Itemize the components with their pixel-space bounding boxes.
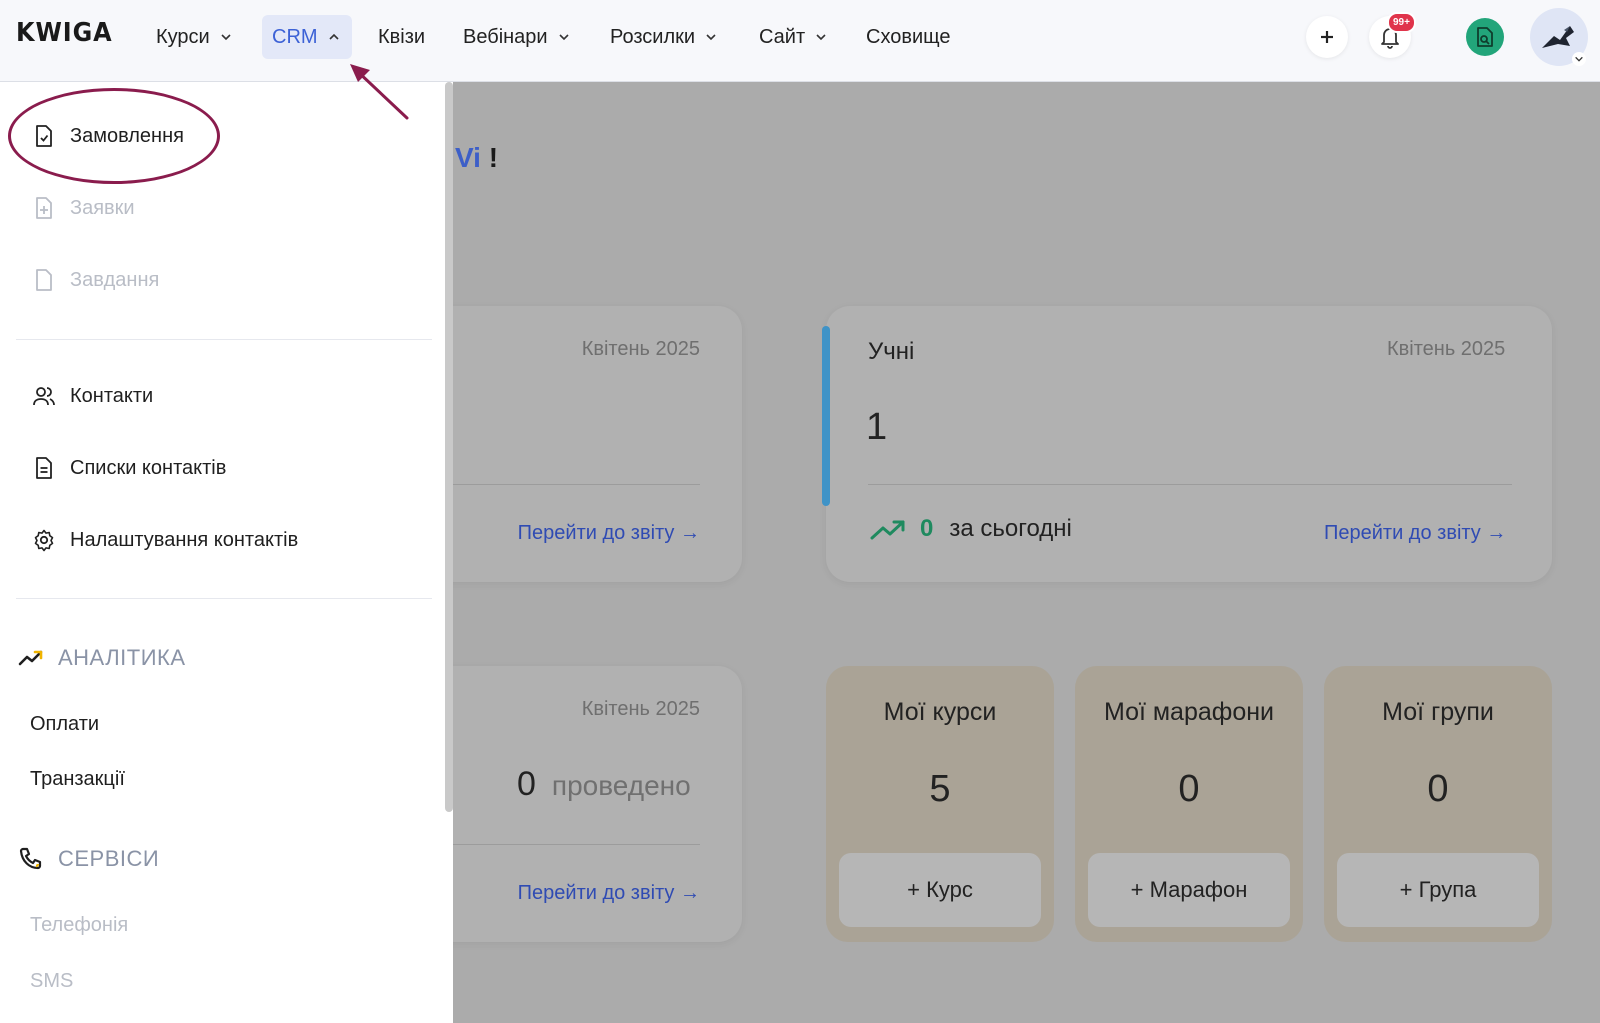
bird-logo-icon bbox=[1542, 26, 1574, 48]
tile-title: Мої марафони bbox=[1103, 698, 1275, 726]
report-link[interactable]: Перейти до звіту → bbox=[518, 522, 700, 545]
card-date: Квітень 2025 bbox=[581, 698, 700, 720]
students-report-link[interactable]: Перейти до звіту → bbox=[1324, 522, 1506, 545]
sidebar-divider bbox=[16, 598, 432, 599]
analytics-section-header: АНАЛІТИКА bbox=[18, 644, 186, 672]
annotation-arrow-icon bbox=[350, 64, 409, 120]
tile-title: Мої групи bbox=[1382, 698, 1494, 726]
add-button[interactable] bbox=[1306, 16, 1348, 58]
nav-label: Вебінари bbox=[463, 25, 548, 48]
greeting: Vi ! bbox=[455, 142, 498, 174]
tile-value: 0 bbox=[1427, 768, 1449, 810]
tile-value: 5 bbox=[929, 768, 951, 810]
tile-my-courses: Мої курси 5 + Курс bbox=[826, 666, 1054, 942]
today-count: 0 bbox=[920, 515, 934, 542]
nav-storage[interactable]: Сховище bbox=[856, 15, 961, 59]
sidebar-item-contact-settings[interactable]: Налаштування контактів bbox=[32, 528, 298, 552]
nav-label: Сайт bbox=[759, 25, 806, 48]
notifications-button[interactable]: 99+ bbox=[1369, 12, 1416, 58]
events-held: 0 проведено bbox=[517, 765, 691, 804]
nav-label: CRM bbox=[272, 25, 318, 48]
request-document-icon bbox=[32, 196, 56, 220]
tile-value: 0 bbox=[1178, 768, 1200, 810]
section-title: АНАЛІТИКА bbox=[58, 645, 186, 670]
trend-up-icon bbox=[18, 644, 46, 672]
order-document-icon bbox=[32, 124, 56, 148]
sidebar-item-orders[interactable]: Замовлення bbox=[32, 124, 184, 148]
sidebar-item-requests[interactable]: Заявки bbox=[32, 196, 135, 220]
gear-icon bbox=[32, 528, 56, 552]
report-link[interactable]: Перейти до звіту → bbox=[518, 882, 700, 905]
students-date: Квітень 2025 bbox=[1387, 338, 1506, 360]
held-label: проведено bbox=[551, 770, 691, 801]
chevron-up-icon bbox=[328, 33, 339, 40]
sidebar-item-telephony[interactable]: Телефонія bbox=[30, 914, 128, 937]
sidebar-item-tasks[interactable]: Завдання bbox=[32, 268, 159, 292]
nav-site[interactable]: Сайт bbox=[749, 15, 837, 59]
top-navigation-bar: KWIGA Курси CRM Квізи Вебінари Розсилки … bbox=[0, 0, 1600, 82]
sidebar-item-label: Заявки bbox=[70, 196, 135, 219]
add-course-button[interactable]: + Курс bbox=[839, 853, 1041, 927]
trend-up-icon bbox=[870, 520, 905, 540]
greeting-end: ! bbox=[488, 142, 499, 173]
nav-crm[interactable]: CRM bbox=[262, 15, 352, 59]
nav-label: Розсилки bbox=[610, 25, 696, 48]
sidebar-scrollbar[interactable] bbox=[445, 82, 453, 812]
sidebar-item-label: Завдання bbox=[70, 268, 160, 291]
nav-courses[interactable]: Курси bbox=[146, 15, 242, 59]
held-value: 0 bbox=[517, 765, 536, 803]
logo[interactable]: KWIGA bbox=[16, 18, 113, 48]
students-today: 0 за сьогодні bbox=[870, 515, 1072, 543]
chevron-down-icon bbox=[706, 34, 716, 41]
add-marathon-button[interactable]: + Марафон bbox=[1088, 853, 1290, 927]
sidebar-divider bbox=[16, 339, 432, 340]
add-group-button[interactable]: + Група bbox=[1337, 853, 1539, 927]
nav-webinars[interactable]: Вебінари bbox=[453, 15, 580, 59]
avatar-chevron[interactable] bbox=[1572, 52, 1586, 66]
students-title: Учні bbox=[868, 338, 915, 365]
nav-label: Сховище bbox=[866, 25, 951, 48]
list-document-icon bbox=[32, 456, 56, 480]
sidebar-item-contact-lists[interactable]: Списки контактів bbox=[32, 456, 226, 480]
chevron-down-icon bbox=[221, 34, 231, 41]
card-accent-bar bbox=[822, 326, 830, 506]
nav-quizzes[interactable]: Квізи bbox=[368, 15, 435, 59]
sidebar-item-label: Контакти bbox=[70, 384, 154, 407]
section-title: СЕРВІСИ bbox=[58, 846, 160, 871]
phone-icon bbox=[18, 845, 46, 873]
tile-my-groups: Мої групи 0 + Група bbox=[1324, 666, 1552, 942]
nav-mailings[interactable]: Розсилки bbox=[600, 15, 727, 59]
users-icon bbox=[32, 384, 56, 408]
tile-my-marathons: Мої марафони 0 + Марафон bbox=[1075, 666, 1303, 942]
greeting-name: Vi bbox=[455, 142, 481, 173]
nav-label: Квізи bbox=[378, 25, 426, 48]
sidebar-item-sms[interactable]: SMS bbox=[30, 970, 73, 993]
sidebar-item-contacts[interactable]: Контакти bbox=[32, 384, 153, 408]
tile-title: Мої курси bbox=[883, 698, 997, 726]
card-divider bbox=[868, 484, 1512, 485]
today-label: за сьогодні bbox=[949, 515, 1072, 542]
sidebar-item-label: Налаштування контактів bbox=[70, 528, 299, 551]
chevron-down-icon bbox=[559, 34, 569, 41]
sidebar-item-label: Замовлення bbox=[70, 124, 184, 147]
sidebar-item-transactions[interactable]: Транзакції bbox=[30, 768, 125, 791]
crm-dropdown-menu bbox=[0, 82, 453, 1023]
chevron-down-icon bbox=[816, 34, 826, 41]
task-document-icon bbox=[32, 268, 56, 292]
sidebar-item-payments[interactable]: Оплати bbox=[30, 713, 99, 736]
notifications-badge: 99+ bbox=[1387, 12, 1416, 33]
services-section-header: СЕРВІСИ bbox=[18, 845, 159, 873]
document-search-icon bbox=[1477, 27, 1493, 47]
nav-label: Курси bbox=[156, 25, 210, 48]
sidebar-item-label: Списки контактів bbox=[70, 456, 227, 479]
card-date: Квітень 2025 bbox=[581, 338, 700, 360]
students-value: 1 bbox=[866, 406, 888, 448]
plus-icon bbox=[1321, 31, 1333, 43]
chevron-down-icon bbox=[1575, 56, 1583, 62]
document-search-button[interactable] bbox=[1466, 18, 1504, 56]
